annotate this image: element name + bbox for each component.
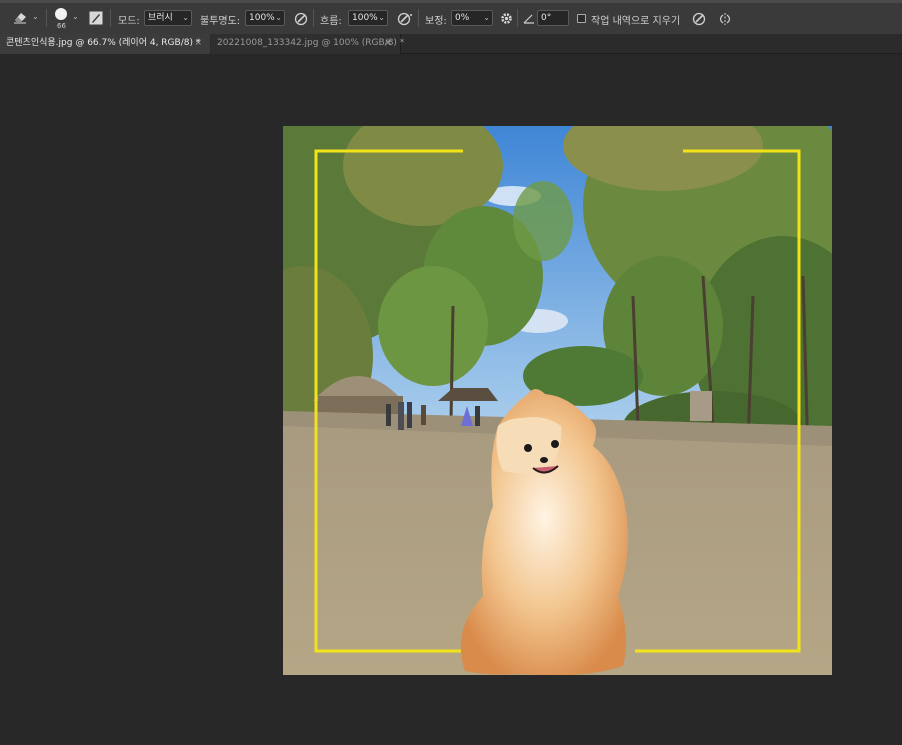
flow-input[interactable]: 100% ⌄ <box>348 10 388 26</box>
divider <box>110 9 111 27</box>
options-bar: ⌄ 66 ⌄ 모드: 브러시 ⌄ 불투명도: 100% ⌄ 흐름: 100% ⌄ <box>0 0 902 34</box>
photo-content <box>283 126 832 675</box>
chevron-down-icon: ⌄ <box>483 13 490 22</box>
flow-label: 흐름: <box>320 16 342 27</box>
divider <box>313 9 314 27</box>
chevron-down-icon: ⌄ <box>182 13 189 22</box>
airbrush-icon[interactable] <box>397 12 413 29</box>
mode-value: 브러시 <box>148 13 173 23</box>
smoothing-value: 0% <box>455 13 470 23</box>
tablet-pressure-icon[interactable] <box>692 12 706 29</box>
brush-settings-icon[interactable] <box>89 11 103 28</box>
tab-document-2[interactable]: 20221008_133342.jpg @ 100% (RGB/8) * × <box>211 34 405 54</box>
divider <box>46 9 47 27</box>
erase-history-checkbox[interactable] <box>577 14 586 23</box>
tool-preset-chevron-icon[interactable]: ⌄ <box>32 12 39 21</box>
angle-value: 0° <box>541 13 552 23</box>
smoothing-label: 보정: <box>425 16 447 27</box>
tab-label: 콘텐츠인식용.jpg @ 66.7% (레이어 4, RGB/8) * <box>6 38 201 48</box>
close-icon[interactable]: × <box>384 34 392 53</box>
tab-label: 20221008_133342.jpg @ 100% (RGB/8) * <box>217 38 405 48</box>
angle-input[interactable]: 0° <box>537 10 569 26</box>
opacity-label: 불투명도: <box>200 16 241 27</box>
document-canvas[interactable] <box>283 126 832 675</box>
mode-select[interactable]: 브러시 ⌄ <box>144 10 192 26</box>
document-tab-bar: 콘텐츠인식용.jpg @ 66.7% (레이어 4, RGB/8) * × 20… <box>0 34 902 54</box>
angle-icon <box>523 13 535 27</box>
mode-label: 모드: <box>118 16 140 27</box>
opacity-input[interactable]: 100% ⌄ <box>245 10 285 26</box>
brush-preset-chevron-icon[interactable]: ⌄ <box>72 12 79 21</box>
flow-value: 100% <box>352 13 378 23</box>
opacity-value: 100% <box>249 13 275 23</box>
close-icon[interactable]: × <box>194 34 202 53</box>
pressure-icon[interactable] <box>294 12 308 29</box>
erase-history-label[interactable]: 작업 내역으로 지우기 <box>591 12 680 27</box>
chevron-down-icon: ⌄ <box>378 13 385 22</box>
smoothing-input[interactable]: 0% ⌄ <box>451 10 493 26</box>
gear-icon[interactable] <box>500 12 513 28</box>
divider <box>517 9 518 27</box>
sign-board <box>690 391 712 421</box>
divider <box>418 9 419 27</box>
tab-document-1[interactable]: 콘텐츠인식용.jpg @ 66.7% (레이어 4, RGB/8) * × <box>0 34 210 54</box>
eraser-icon[interactable] <box>12 10 28 27</box>
brush-size-label: 66 <box>57 22 66 30</box>
chevron-down-icon: ⌄ <box>275 13 282 22</box>
symmetry-icon[interactable] <box>717 11 733 30</box>
